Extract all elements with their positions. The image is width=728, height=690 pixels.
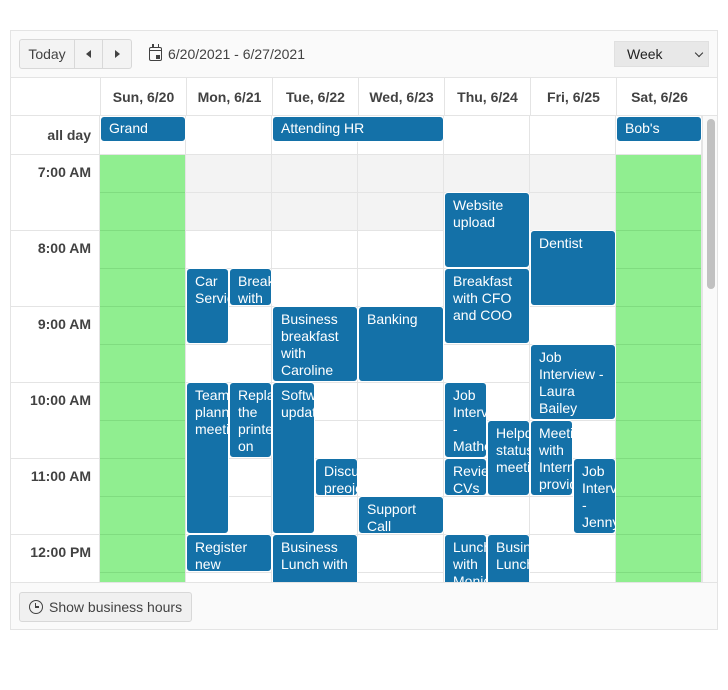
view-select-value: Week: [627, 46, 663, 62]
show-business-hours-label: Show business hours: [49, 599, 183, 615]
all-day-event[interactable]: Attending HR: [272, 116, 444, 142]
slot-divider: [100, 192, 702, 193]
all-day-label: all day: [47, 127, 91, 143]
event[interactable]: Breakfast with: [229, 268, 272, 306]
event[interactable]: Replace the printer on: [229, 382, 272, 458]
day-header[interactable]: Tue, 6/22: [272, 78, 358, 116]
clock-icon: [29, 600, 43, 614]
slot-divider: [616, 268, 702, 269]
event[interactable]: Business Lunch with: [272, 534, 358, 582]
navigation-button-group: Today: [19, 39, 132, 69]
chevron-right-icon: [114, 50, 120, 58]
slot-divider: [100, 420, 186, 421]
day-header[interactable]: Thu, 6/24: [444, 78, 530, 116]
day-header[interactable]: Mon, 6/21: [186, 78, 272, 116]
slot-divider: [616, 534, 702, 535]
event[interactable]: Meeting with Internet provider: [530, 420, 573, 496]
chevron-down-icon: [694, 48, 704, 58]
day-header[interactable]: Fri, 6/25: [530, 78, 616, 116]
event[interactable]: Business breakfast with Caroline: [272, 306, 358, 382]
slot-divider: [616, 192, 702, 193]
slot-divider: [100, 458, 186, 459]
previous-button[interactable]: [75, 40, 103, 68]
event[interactable]: Team planning meeting: [186, 382, 229, 534]
event[interactable]: Lunch with Monica: [444, 534, 487, 582]
event[interactable]: Website upload: [444, 192, 530, 268]
non-working-day-column: [100, 154, 186, 582]
chevron-left-icon: [86, 50, 91, 58]
event[interactable]: Dentist: [530, 230, 616, 306]
slot-divider: [616, 572, 702, 573]
day-header[interactable]: Sat, 6/26: [616, 78, 702, 116]
event[interactable]: Software update: [272, 382, 315, 534]
slot-divider: [100, 382, 186, 383]
slot-divider: [616, 458, 702, 459]
date-range-picker[interactable]: 6/20/2021 - 6/27/2021: [149, 39, 305, 69]
time-label: 7:00 AM: [37, 164, 91, 180]
scrollbar-thumb[interactable]: [707, 119, 715, 289]
slot-divider: [100, 230, 186, 231]
slot-divider: [616, 496, 702, 497]
event[interactable]: Support Call: [358, 496, 444, 534]
day-header[interactable]: Sun, 6/20: [100, 78, 186, 116]
slot-divider: [100, 572, 186, 573]
view-select[interactable]: Week: [614, 41, 709, 67]
vertical-scrollbar[interactable]: [702, 116, 717, 582]
event[interactable]: Banking: [358, 306, 444, 382]
event[interactable]: Review CVs: [444, 458, 487, 496]
scheduler: Today 6/20/2021 - 6/27/2021 Week Sun, 6/…: [10, 30, 718, 630]
event[interactable]: Business Lunch: [487, 534, 530, 582]
time-label: 8:00 AM: [37, 240, 91, 256]
slot-divider: [616, 420, 702, 421]
slot-divider: [616, 382, 702, 383]
event[interactable]: Helpdesk status meeting: [487, 420, 530, 496]
show-business-hours-button[interactable]: Show business hours: [19, 592, 193, 622]
date-range-label: 6/20/2021 - 6/27/2021: [168, 46, 306, 62]
time-label: 9:00 AM: [37, 316, 91, 332]
all-day-event[interactable]: Grand: [100, 116, 186, 142]
event[interactable]: Breakfast with CFO and COO: [444, 268, 530, 344]
day-header[interactable]: Wed, 6/23: [358, 78, 444, 116]
calendar-icon: [149, 44, 162, 61]
event[interactable]: Job Interview - Jenny: [573, 458, 616, 534]
event[interactable]: Job Interview - Mathews: [444, 382, 487, 458]
footer: Show business hours: [11, 582, 717, 629]
time-label: 12:00 PM: [30, 544, 91, 560]
time-label: 10:00 AM: [30, 392, 91, 408]
slot-divider: [100, 192, 186, 193]
slot-divider: [100, 306, 186, 307]
event[interactable]: Discuss preoject: [315, 458, 358, 496]
slot-divider: [100, 496, 186, 497]
scheduler-content[interactable]: all day 7:00 AM 8:00 AM 9:00 AM 10:00 AM 11:0…: [11, 116, 717, 582]
slot-divider: [100, 268, 186, 269]
non-working-day-column: [616, 154, 702, 582]
slot-divider: [100, 344, 186, 345]
all-day-event[interactable]: Bob's: [616, 116, 702, 142]
event[interactable]: Register new: [186, 534, 272, 572]
toolbar: Today 6/20/2021 - 6/27/2021 Week: [11, 31, 717, 78]
event[interactable]: Car Service: [186, 268, 229, 344]
day-header-row: Sun, 6/20 Mon, 6/21 Tue, 6/22 Wed, 6/23 Thu,…: [11, 78, 717, 116]
slot-divider: [100, 572, 702, 573]
slot-divider: [616, 306, 702, 307]
next-button[interactable]: [103, 40, 131, 68]
slot-divider: [100, 534, 186, 535]
event[interactable]: Job Interview - Laura Bailey: [530, 344, 616, 420]
column-divider: [99, 116, 100, 582]
slot-divider: [616, 230, 702, 231]
slot-divider: [616, 344, 702, 345]
today-button[interactable]: Today: [20, 40, 75, 68]
time-label: 11:00 AM: [30, 468, 91, 484]
